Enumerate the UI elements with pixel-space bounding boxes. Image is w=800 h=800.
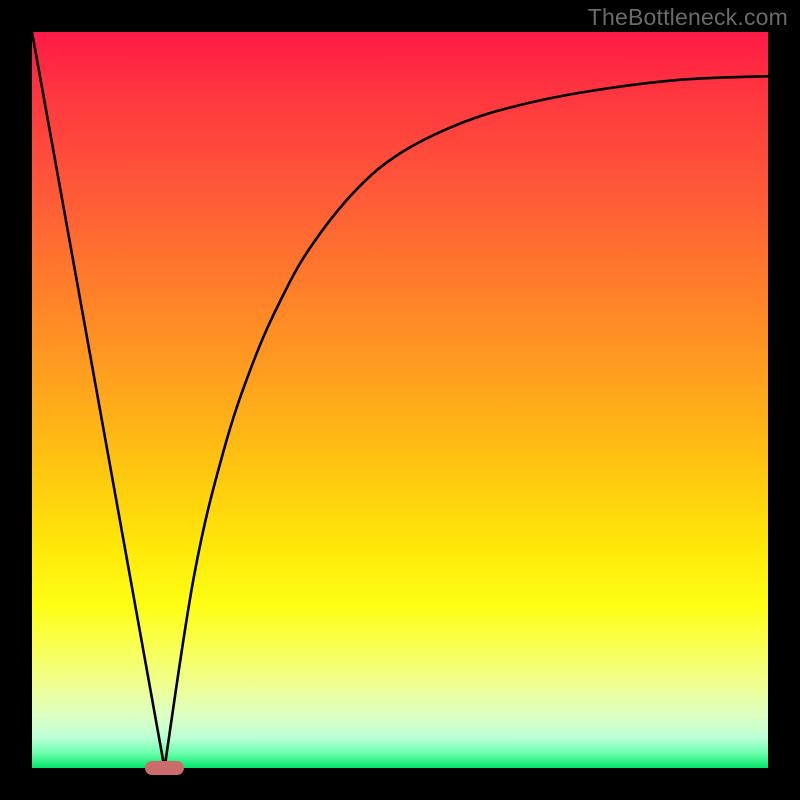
plot-area [32, 32, 768, 768]
bottleneck-curve [32, 32, 768, 768]
curve-left-branch [32, 32, 165, 768]
watermark-text: TheBottleneck.com [588, 4, 788, 31]
chart-frame: TheBottleneck.com [0, 0, 800, 800]
optimal-marker [145, 761, 185, 775]
curve-right-branch [165, 76, 769, 768]
